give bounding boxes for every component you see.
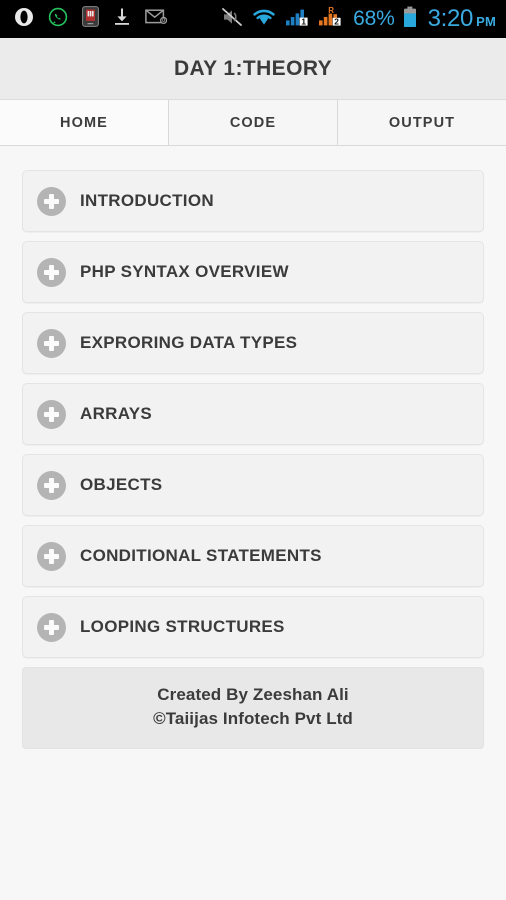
signal-sim2-roaming-icon: R 2 [317,6,345,32]
footer-credits: Created By Zeeshan Ali ©Taiijas Infotech… [22,667,484,750]
list-item[interactable]: PHP SYNTAX OVERVIEW [22,241,484,303]
status-bar-clock: 3:20 PM [428,7,496,31]
list-item[interactable]: ARRAYS [22,383,484,445]
page-title: DAY 1:THEORY [173,56,333,80]
credit-author: Created By Zeeshan Ali [157,685,349,704]
plus-circle-icon [37,257,66,287]
list-item-label: LOOPING STRUCTURES [80,617,285,636]
svg-text:0: 0 [162,18,165,24]
status-bar-notification-icons: 0 [14,6,168,32]
plus-circle-icon [37,186,66,216]
svg-text:1: 1 [301,17,306,27]
clock-time: 3:20 [427,5,474,32]
download-icon [113,7,131,31]
app-notification-icon [82,6,99,32]
list-item-label: ARRAYS [80,404,153,423]
list-item[interactable]: OBJECTS [22,454,484,516]
tab-home[interactable]: HOME [0,100,169,145]
svg-text:2: 2 [334,17,339,27]
list-item-label: CONDITIONAL STATEMENTS [80,546,322,565]
battery-percent-label: 68% [353,7,395,30]
list-item[interactable]: CONDITIONAL STATEMENTS [22,525,484,587]
list-item[interactable]: LOOPING STRUCTURES [22,596,484,658]
tab-bar[interactable]: HOME CODE OUTPUT [0,100,506,146]
status-bar-system-icons: 1 R 2 68% 3:20 PM [221,6,496,33]
opera-browser-icon [14,7,34,32]
list-item-label: EXPRORING DATA TYPES [80,333,298,352]
list-item-label: PHP SYNTAX OVERVIEW [80,262,289,281]
clock-ampm: PM [476,14,496,29]
app-title-bar: DAY 1:THEORY [0,38,506,100]
mute-icon [221,7,243,32]
list-item-label: OBJECTS [80,475,163,494]
plus-circle-icon [37,399,66,429]
credit-company: ©Taiijas Infotech Pvt Ltd [153,709,353,729]
battery-icon [403,6,417,33]
tab-output[interactable]: OUTPUT [338,100,506,145]
status-bar[interactable]: 0 1 R 2 68% 3:20 PM [0,0,506,38]
list-item[interactable]: EXPRORING DATA TYPES [22,312,484,374]
whatsapp-icon [48,7,68,32]
signal-sim1-icon: 1 [285,6,309,32]
list-item-label: INTRODUCTION [80,191,214,210]
topic-list: INTRODUCTION PHP SYNTAX OVERVIEW EXPRORI… [0,146,506,898]
wifi-icon [251,7,277,32]
list-item[interactable]: INTRODUCTION [22,170,484,232]
plus-circle-icon [37,328,66,358]
plus-circle-icon [37,612,66,642]
email-icon: 0 [145,8,168,30]
plus-circle-icon [37,470,66,500]
plus-circle-icon [37,541,66,571]
tab-code[interactable]: CODE [169,100,338,145]
